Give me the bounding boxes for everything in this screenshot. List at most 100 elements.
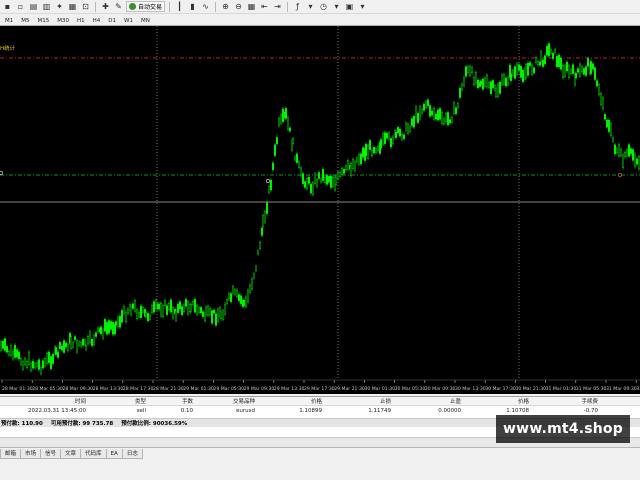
candle (335, 176, 337, 185)
col-commission[interactable]: 手续费 (529, 397, 598, 405)
chart-shift-icon[interactable]: ⇤ (259, 1, 270, 12)
toolbar-divider (169, 1, 171, 12)
tab-market[interactable]: 市场 (20, 449, 42, 459)
terminal-icon[interactable]: ▦ (67, 1, 78, 12)
candle (114, 324, 116, 335)
candle (354, 161, 356, 171)
price-chart[interactable]: 28 Mar 01:30 28 Mar 05:30 28 Mar 09:30 28 M… (0, 26, 640, 394)
candle (365, 143, 367, 157)
candle (445, 113, 447, 122)
col-current-price[interactable]: 价格 (461, 397, 529, 405)
candle (371, 150, 373, 157)
tile-windows-icon[interactable]: ▦ (246, 1, 257, 12)
candle (417, 113, 419, 123)
periods-icon[interactable]: ◷ (318, 1, 329, 12)
candle (304, 181, 306, 188)
candle (592, 63, 594, 70)
timeframe-d1[interactable]: D1 (104, 15, 120, 25)
candle (369, 140, 371, 150)
candle (397, 127, 399, 133)
templates-dropdown-icon[interactable]: ▾ (357, 1, 368, 12)
zoom-in-icon[interactable]: ⊕ (220, 1, 231, 12)
candle (296, 153, 298, 163)
tester-icon[interactable]: ⊡ (80, 1, 91, 12)
tab-code-base[interactable]: 代码库 (80, 449, 107, 459)
tab-articles[interactable]: 文章 (60, 449, 82, 459)
timeframe-m1[interactable]: M1 (1, 15, 17, 25)
candle (358, 154, 360, 165)
timeframe-m30[interactable]: M30 (53, 15, 73, 25)
candle (405, 122, 407, 131)
autoscroll-icon[interactable]: ⇥ (272, 1, 283, 12)
auto-trading-button[interactable]: 自动交易 (126, 1, 166, 12)
candle (386, 133, 388, 139)
timeframe-h1[interactable]: H1 (73, 15, 89, 25)
market-watch-icon[interactable]: ▤ (28, 1, 39, 12)
timeframe-m15[interactable]: M15 (34, 15, 54, 25)
candle (486, 74, 488, 88)
periods-dropdown-icon[interactable]: ▾ (331, 1, 342, 12)
new-chart-icon[interactable]: ▪ (2, 1, 13, 12)
tab-experts[interactable]: EA (105, 449, 123, 459)
candle (153, 301, 155, 313)
candlestick-icon[interactable]: ▮ (187, 1, 198, 12)
candle (616, 148, 618, 153)
indicators-icon[interactable]: ƒ (292, 1, 303, 12)
candle (85, 345, 87, 350)
candle (4, 338, 6, 351)
col-time[interactable]: 时间 (0, 397, 86, 405)
candle (264, 211, 266, 223)
col-symbol[interactable]: 交易品种 (193, 397, 255, 405)
timeframe-mn[interactable]: MN (137, 15, 154, 25)
candle (32, 360, 34, 369)
data-window-icon[interactable]: ▥ (41, 1, 52, 12)
col-lots[interactable]: 手数 (146, 397, 193, 405)
candle (108, 320, 110, 334)
tab-journal[interactable]: 日志 (121, 449, 143, 459)
candle (499, 81, 501, 94)
candle (632, 149, 634, 161)
metaeditor-icon[interactable]: ✎ (113, 1, 124, 12)
candle (119, 316, 121, 328)
templates-icon[interactable]: ▣ (344, 1, 355, 12)
candle (74, 336, 76, 340)
candle (433, 107, 435, 120)
terminal-window: ▪ ▫ ▤ ▥ ✦ ▦ ⊡ ✚ ✎ 自动交易 ┃ ▮ ∿ ⊕ ⊖ ▦ ⇤ ⇥ ƒ… (0, 0, 640, 480)
candle (145, 312, 147, 317)
indicator-label: H统计 (0, 46, 16, 52)
col-stop-loss[interactable]: 止损 (322, 397, 391, 405)
candle (91, 338, 93, 346)
bar-chart-icon[interactable]: ┃ (174, 1, 185, 12)
candle (93, 335, 95, 346)
navigator-icon[interactable]: ✦ (54, 1, 65, 12)
timeframe-m5[interactable]: M5 (17, 15, 33, 25)
profiles-icon[interactable]: ▫ (15, 1, 26, 12)
cell-price: 1.10899 (299, 407, 322, 414)
new-order-icon[interactable]: ✚ (100, 1, 111, 12)
candle (425, 101, 427, 108)
x-tick-label: 29 Mar 05:30 (213, 386, 244, 392)
candle (409, 126, 411, 132)
candle (318, 172, 320, 179)
candle (155, 300, 157, 310)
zoom-out-icon[interactable]: ⊖ (233, 1, 244, 12)
candle (618, 144, 620, 157)
candle (575, 73, 577, 79)
candle (540, 51, 542, 62)
col-take-profit[interactable]: 止盈 (391, 397, 461, 405)
table-row[interactable]: 2022.03.31 13:45:00 sell 0.10 eurusd 1.1… (0, 406, 640, 415)
candle (253, 273, 255, 279)
tab-signals[interactable]: 信号 (40, 449, 62, 459)
candle (112, 321, 114, 335)
timeframe-w1[interactable]: W1 (120, 15, 137, 25)
timeframe-h4[interactable]: H4 (89, 15, 105, 25)
indicators-dropdown-icon[interactable]: ▾ (305, 1, 316, 12)
col-type[interactable]: 类型 (86, 397, 146, 405)
candle (287, 117, 289, 130)
candle (566, 61, 568, 72)
candle (535, 57, 537, 63)
candle (24, 358, 26, 366)
line-chart-icon[interactable]: ∿ (200, 1, 211, 12)
col-price[interactable]: 价格 (255, 397, 322, 405)
tab-mailbox[interactable]: 邮箱 (0, 449, 22, 459)
